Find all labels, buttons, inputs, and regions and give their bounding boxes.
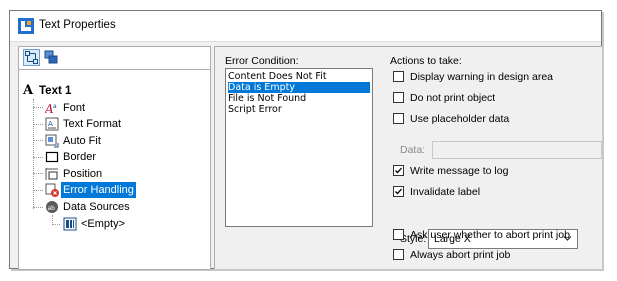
tree-item-label: Border (63, 151, 97, 163)
invalidate-label-label: Invalidate label (410, 186, 481, 198)
text-format-icon: A (45, 117, 59, 131)
ask-user-checkbox[interactable] (393, 229, 404, 240)
always-abort-checkbox[interactable] (393, 249, 404, 260)
layers-button[interactable] (43, 49, 60, 66)
font-icon: A a (45, 102, 57, 115)
tree-root-label: Text 1 (39, 85, 72, 97)
tree-item-label: Auto Fit (63, 135, 101, 147)
list-item[interactable]: Script Error (228, 104, 370, 115)
tree-guide (33, 157, 43, 158)
property-tree-panel: A Text 1 A a Font A Text Format Auto Fit… (18, 46, 211, 270)
display-warning-label: Display warning in design area (410, 71, 553, 83)
title-bar: Text Properties (10, 11, 601, 41)
use-placeholder-label: Use placeholder data (410, 113, 510, 125)
data-sources-icon: ab (46, 201, 58, 213)
checkmark-icon (395, 188, 402, 195)
layers-icon (44, 50, 58, 64)
tree-guide (33, 190, 43, 191)
svg-text:A: A (48, 120, 53, 128)
write-message-checkbox[interactable] (393, 165, 404, 176)
do-not-print-label: Do not print object (410, 92, 496, 104)
actions-label: Actions to take: (390, 55, 462, 67)
placeholder-data-field[interactable] (432, 141, 602, 159)
svg-text:a: a (53, 103, 57, 110)
tree-item-label: Error Handling (61, 182, 136, 198)
list-item[interactable]: File is Not Found (228, 93, 370, 104)
display-warning-checkbox[interactable] (393, 71, 404, 82)
tree-item-label: Data Sources (63, 201, 130, 213)
tree-guide (33, 124, 43, 125)
tree-guide (33, 99, 34, 209)
ask-user-label: Ask user whether to abort print job (410, 229, 570, 241)
expand-all-button[interactable] (23, 49, 40, 66)
list-item[interactable]: Content Does Not Fit (228, 71, 370, 82)
svg-text:ab: ab (48, 205, 56, 212)
data-label: Data: (400, 144, 426, 156)
expand-icon (25, 51, 38, 64)
tree-item-label: Font (63, 102, 86, 114)
error-condition-label: Error Condition: (225, 55, 299, 67)
do-not-print-checkbox[interactable] (393, 92, 404, 103)
position-icon (45, 168, 58, 180)
use-placeholder-checkbox[interactable] (393, 113, 404, 124)
checkmark-icon (395, 167, 402, 174)
write-message-label: Write message to log (410, 165, 509, 177)
tree-toolbar (19, 47, 210, 70)
error-handling-icon (45, 183, 59, 197)
list-item-selected[interactable]: Data is Empty (228, 82, 370, 93)
tree-guide (33, 207, 43, 208)
tree-guide (52, 224, 60, 225)
tree-item-label: <Empty> (81, 218, 126, 230)
window-title: Text Properties (39, 19, 116, 31)
tree-guide (33, 140, 43, 141)
app-logo-icon (18, 18, 34, 34)
text-properties-dialog: Text Properties A Text 1 A a Font A Text… (9, 10, 602, 270)
text-object-icon: A (23, 83, 34, 98)
error-handling-panel: Error Condition: Content Does Not Fit Da… (214, 46, 602, 269)
border-icon (45, 151, 59, 163)
tree-guide (33, 173, 43, 174)
tree-item-label: Position (63, 168, 103, 180)
auto-fit-icon (45, 134, 59, 148)
invalidate-label-checkbox[interactable] (393, 186, 404, 197)
tree-item-label: Text Format (63, 118, 122, 130)
always-abort-label: Always abort print job (410, 249, 511, 261)
data-field-icon (63, 217, 77, 231)
divider (10, 41, 601, 42)
error-condition-list[interactable]: Content Does Not Fit Data is Empty File … (225, 68, 373, 227)
tree-guide (33, 107, 43, 108)
